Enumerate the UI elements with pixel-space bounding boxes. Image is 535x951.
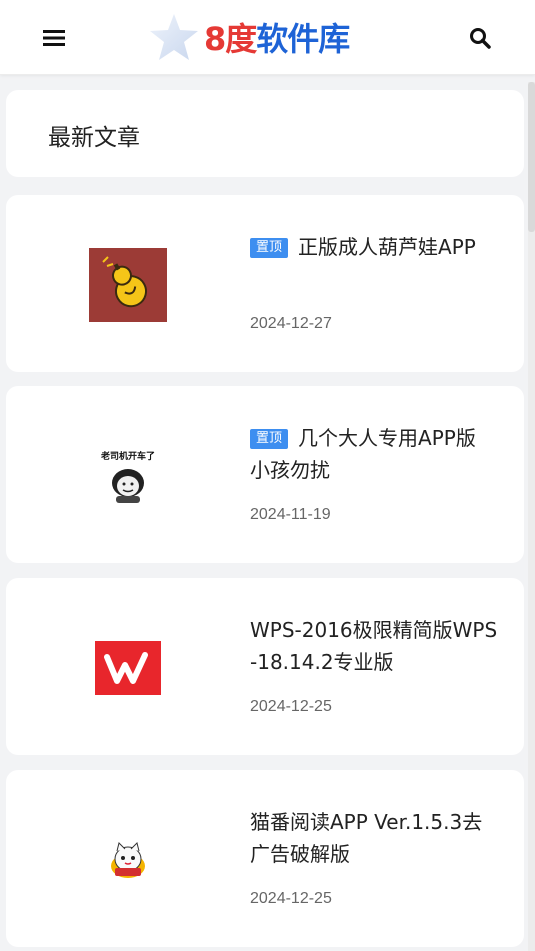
site-header: 8度软件库 [0, 0, 535, 75]
logo-text-red: 度 [225, 20, 257, 58]
article-title-text: WPS-2016极限精简版WPS-18.14.2专业版 [250, 618, 498, 674]
article-date: 2024-12-25 [250, 890, 332, 907]
site-logo[interactable]: 8度软件库 [146, 12, 386, 62]
article-thumbnail[interactable]: 老司机开车了 [88, 438, 168, 514]
meme-face-icon [112, 468, 144, 503]
article-title[interactable]: 置顶 几个大人专用APP版 小孩勿扰 [250, 422, 500, 486]
article-date: 2024-12-25 [250, 698, 332, 715]
logo-number: 8 [204, 20, 226, 58]
article-date: 2024-11-19 [250, 506, 331, 523]
wps-logo-icon [95, 641, 161, 695]
pinned-badge: 置顶 [250, 238, 289, 258]
section-title: 最新文章 [48, 125, 140, 151]
search-button[interactable] [466, 24, 494, 52]
article-title[interactable]: 猫番阅读APP Ver.1.5.3去广告破解版 [250, 806, 500, 870]
logo-text: 8度软件库 [204, 14, 350, 60]
cat-reader-icon [111, 842, 145, 878]
article-date: 2024-12-27 [250, 315, 332, 332]
meme-caption: 老司机开车了 [100, 451, 155, 462]
scrollbar-thumb[interactable] [528, 82, 535, 232]
article-title-text: 正版成人葫芦娃APP [298, 235, 476, 259]
article-thumbnail[interactable] [88, 630, 168, 706]
meme-driver-icon: 老司机开车了 [88, 449, 168, 504]
article-thumbnail[interactable] [88, 822, 168, 898]
hamburger-menu-icon [43, 30, 65, 46]
article-title-text: 猫番阅读APP Ver.1.5.3去广告破解版 [250, 810, 483, 866]
pinned-badge: 置顶 [250, 429, 289, 449]
article-card[interactable]: 置顶 正版成人葫芦娃APP 2024-12-27 [6, 195, 524, 372]
star-logo-icon [150, 14, 198, 60]
menu-button[interactable] [40, 24, 68, 52]
article-title[interactable]: WPS-2016极限精简版WPS-18.14.2专业版 [250, 614, 500, 678]
search-icon [470, 28, 491, 49]
article-card[interactable]: 老司机开车了 置顶 几个大人专用APP版 小孩勿扰 2024-11-19 [6, 386, 524, 563]
page-scrollbar[interactable] [528, 82, 535, 951]
logo-text-blue: 软件库 [256, 20, 350, 58]
gourd-app-icon [89, 248, 167, 322]
article-title[interactable]: 置顶 正版成人葫芦娃APP [250, 231, 500, 263]
article-thumbnail[interactable] [88, 247, 168, 323]
section-header: 最新文章 [6, 90, 524, 177]
article-card[interactable]: WPS-2016极限精简版WPS-18.14.2专业版 2024-12-25 [6, 578, 524, 755]
article-card[interactable]: 猫番阅读APP Ver.1.5.3去广告破解版 2024-12-25 [6, 770, 524, 947]
